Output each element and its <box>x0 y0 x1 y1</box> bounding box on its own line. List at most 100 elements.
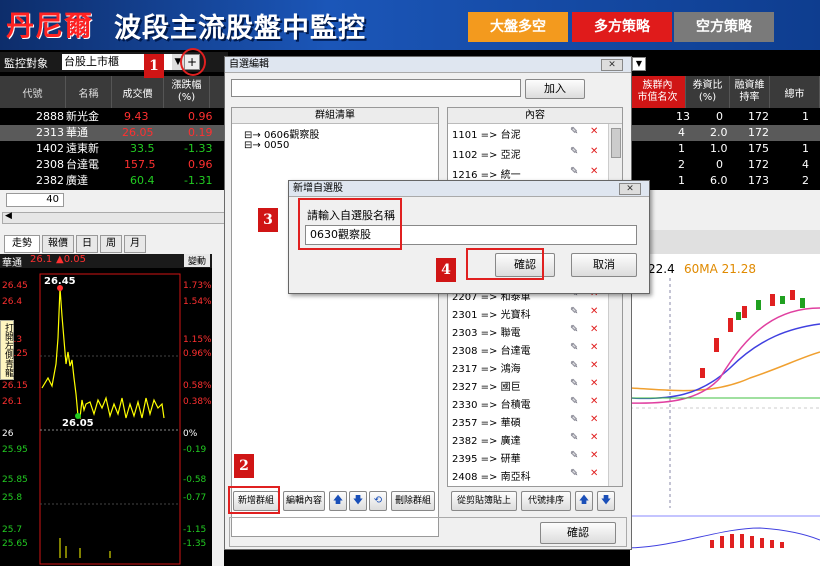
highlight-circle <box>180 48 206 76</box>
content-list-header: 內容 <box>448 108 622 124</box>
page-field[interactable]: 40 <box>6 193 64 207</box>
tab-daily[interactable]: 日 <box>76 235 98 253</box>
list-item[interactable]: 2408 => 南亞科 ✎ ✕ <box>448 468 628 486</box>
table-row[interactable]: 1402 遠東新 33.5 -1.33 <box>0 141 228 157</box>
edit-icon[interactable]: ✎ <box>570 126 578 137</box>
list-item[interactable]: 2303 => 聯電 ✎ ✕ <box>448 324 628 342</box>
edit-icon[interactable]: ✎ <box>570 146 578 157</box>
table-row[interactable]: 4 2.0 172 <box>630 125 820 141</box>
axis-label: -1.15 <box>183 525 207 535</box>
edit-icon[interactable]: ✎ <box>570 342 578 353</box>
list-item[interactable]: 1101 => 台泥 ✎ ✕ <box>448 126 628 144</box>
delete-icon[interactable]: ✕ <box>590 360 598 371</box>
kline-chart: 22.4 60MA 21.28 <box>630 230 820 566</box>
table-row[interactable]: 1 6.0 173 2 <box>630 173 820 189</box>
cancel-button[interactable]: 取消 <box>571 253 637 277</box>
delete-icon[interactable]: ✕ <box>590 414 598 425</box>
delete-group-button[interactable]: 刪除群組 <box>391 491 435 511</box>
row-code: 2888 <box>36 110 64 123</box>
list-item[interactable]: ⊟→ 0606觀察股 <box>244 126 319 141</box>
edit-icon[interactable]: ✎ <box>570 306 578 317</box>
arrow-down-icon[interactable]: 🡇 <box>597 491 615 511</box>
cell-rank: 4 <box>678 126 685 139</box>
add-input[interactable] <box>231 79 521 97</box>
edit-icon[interactable]: ✎ <box>570 396 578 407</box>
chevron-down-icon[interactable]: ▼ <box>632 57 646 71</box>
delete-icon[interactable]: ✕ <box>590 166 598 177</box>
refresh-icon[interactable]: ⟲ <box>369 491 387 511</box>
long-strategy-button[interactable]: 多方策略 <box>572 12 672 42</box>
delete-icon[interactable]: ✕ <box>590 468 598 479</box>
side-vertical-tab[interactable]: 打開左側青龍 <box>0 320 14 380</box>
highlight-box <box>228 486 280 514</box>
axis-label: -0.58 <box>183 475 207 485</box>
list-item[interactable]: ⊟→ 0050 <box>244 140 289 151</box>
delete-icon[interactable]: ✕ <box>590 306 598 317</box>
sort-by-code-button[interactable]: 代號排序 <box>521 491 571 511</box>
table-row[interactable]: 2313 華通 26.05 0.19 <box>0 125 228 141</box>
table-row[interactable]: 2 0 172 4 <box>630 157 820 173</box>
tab-intraday[interactable]: 走勢 <box>4 235 40 253</box>
list-item[interactable]: 2301 => 光寶科 ✎ ✕ <box>448 306 628 324</box>
edit-icon[interactable]: ✎ <box>570 378 578 389</box>
table-footer: 40 ◀ <box>0 190 228 230</box>
delete-icon[interactable]: ✕ <box>590 396 598 407</box>
dialog-title: 自選編輯 <box>225 57 631 73</box>
list-item[interactable]: 2382 => 廣達 ✎ ✕ <box>448 432 628 450</box>
delete-icon[interactable]: ✕ <box>590 342 598 353</box>
list-item[interactable]: 2317 => 鴻海 ✎ ✕ <box>448 360 628 378</box>
list-item[interactable]: 1102 => 亞泥 ✎ ✕ <box>448 146 628 164</box>
mode-toggle[interactable]: 變動 <box>184 254 210 267</box>
kline-toolbar <box>630 230 820 254</box>
close-icon[interactable]: ✕ <box>601 59 623 71</box>
row-name: 華通 <box>66 126 88 139</box>
step-badge: 1 <box>144 54 164 78</box>
paste-from-clipboard-button[interactable]: 從剪貼簿貼上 <box>451 491 517 511</box>
tab-quote[interactable]: 報價 <box>42 235 74 253</box>
edit-icon[interactable]: ✎ <box>570 432 578 443</box>
item-label: 2317 => 鴻海 <box>452 364 521 375</box>
list-item[interactable]: 2308 => 台達電 ✎ ✕ <box>448 342 628 360</box>
delete-icon[interactable]: ✕ <box>590 146 598 157</box>
delete-icon[interactable]: ✕ <box>590 126 598 137</box>
table-row[interactable]: 2308 台達電 157.5 0.96 <box>0 157 228 173</box>
edit-icon[interactable]: ✎ <box>570 468 578 479</box>
delete-icon[interactable]: ✕ <box>590 324 598 335</box>
edit-icon[interactable]: ✎ <box>570 166 578 177</box>
delete-icon[interactable]: ✕ <box>590 450 598 461</box>
ok-button[interactable]: 確認 <box>540 522 616 544</box>
list-item[interactable]: 2357 => 華碩 ✎ ✕ <box>448 414 628 432</box>
splitter[interactable] <box>212 254 224 566</box>
table-row[interactable]: 2382 廣達 60.4 -1.31 <box>0 173 228 189</box>
list-item[interactable]: 2330 => 台積電 ✎ ✕ <box>448 396 628 414</box>
axis-label: 0.96% <box>183 349 212 359</box>
close-icon[interactable]: ✕ <box>619 183 641 195</box>
tab-monthly[interactable]: 月 <box>124 235 146 253</box>
list-item[interactable]: 2395 => 研華 ✎ ✕ <box>448 450 628 468</box>
market-trend-button[interactable]: 大盤多空 <box>468 12 568 42</box>
table-row[interactable]: 2888 新光金 9.43 0.96 <box>0 109 228 125</box>
delete-icon[interactable]: ✕ <box>590 432 598 443</box>
edit-content-button[interactable]: 編輯內容 <box>283 491 325 511</box>
item-label: 1102 => 亞泥 <box>452 150 521 161</box>
edit-icon[interactable]: ✎ <box>570 360 578 371</box>
edit-icon[interactable]: ✎ <box>570 324 578 335</box>
scroll-left-icon[interactable]: ◀ <box>5 211 12 221</box>
edit-icon[interactable]: ✎ <box>570 450 578 461</box>
chart-tabs: 走勢 報價 日 周 月 <box>4 235 210 253</box>
add-button[interactable]: 加入 <box>525 79 585 99</box>
list-item[interactable]: 2327 => 國巨 ✎ ✕ <box>448 378 628 396</box>
horizontal-scrollbar[interactable]: ◀ <box>2 211 226 224</box>
short-strategy-button[interactable]: 空方策略 <box>674 12 774 42</box>
arrow-up-icon[interactable]: 🡅 <box>329 491 347 511</box>
arrow-down-icon[interactable]: 🡇 <box>349 491 367 511</box>
edit-icon[interactable]: ✎ <box>570 414 578 425</box>
group-list: 群組清單 ⊟→ 0606觀察股 ⊟→ 0050 <box>231 107 439 537</box>
table-row[interactable]: 1 1.0 175 1 <box>630 141 820 157</box>
arrow-up-icon[interactable]: 🡅 <box>575 491 593 511</box>
brand-logo: 丹尼爾 <box>6 9 94 42</box>
kline-plot <box>630 278 820 549</box>
delete-icon[interactable]: ✕ <box>590 378 598 389</box>
table-row[interactable]: 13 0 172 1 <box>630 109 820 125</box>
tab-weekly[interactable]: 周 <box>100 235 122 253</box>
